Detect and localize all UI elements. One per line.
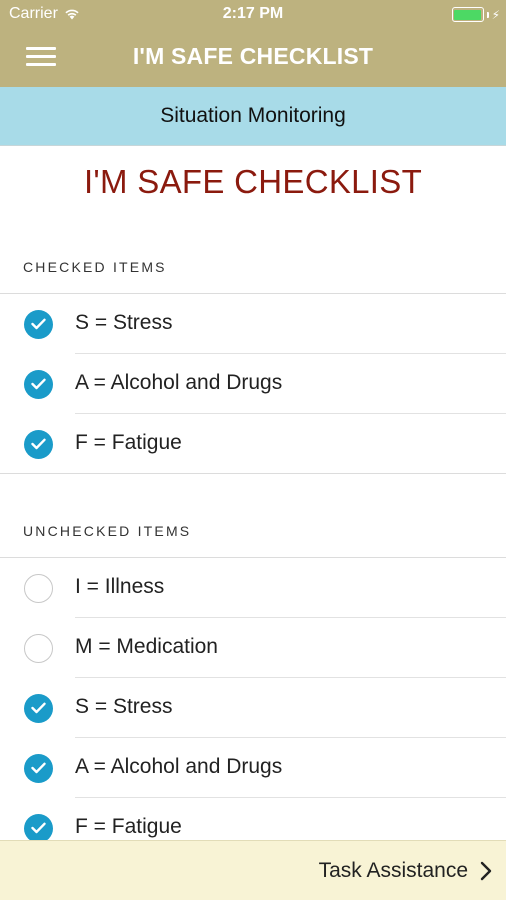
list-item[interactable]: M = Medication [0, 618, 506, 678]
list-item[interactable]: S = Stress [0, 678, 506, 738]
list-item[interactable]: S = Stress [0, 294, 506, 354]
unchecked-checkbox-icon[interactable] [24, 574, 53, 603]
item-label: A = Alcohol and Drugs [75, 755, 283, 778]
battery-tip [486, 11, 489, 18]
checked-section-header: CHECKED ITEMS [23, 259, 167, 275]
status-time: 2:17 PM [222, 5, 284, 22]
page-title: I'M SAFE CHECKLIST [83, 163, 423, 200]
list-item[interactable]: A = Alcohol and Drugs [0, 738, 506, 798]
chevron-right-icon [480, 861, 492, 880]
subheader-title: Situation Monitoring [160, 104, 346, 127]
nav-title: I'M SAFE CHECKLIST [132, 43, 374, 69]
item-label: F = Fatigue [75, 431, 182, 454]
item-label: M = Medication [75, 635, 218, 658]
charging-bolt-icon: ⚡ [491, 7, 500, 22]
unchecked-items-list: I = Illness M = Medication S = Stress A … [0, 557, 506, 858]
row-divider [0, 473, 506, 474]
list-item[interactable]: I = Illness [0, 558, 506, 618]
item-label: A = Alcohol and Drugs [75, 371, 283, 394]
battery-indicator: ⚡ [451, 7, 500, 22]
nav-bar: I'M SAFE CHECKLIST [0, 30, 506, 87]
item-label: F = Fatigue [75, 815, 182, 838]
battery-icon [451, 7, 484, 22]
list-item[interactable]: F = Fatigue [0, 414, 506, 474]
checked-checkbox-icon[interactable] [24, 430, 53, 459]
item-label: S = Stress [75, 311, 173, 334]
app-header: Carrier 2:17 PM ⚡ I'M SAFE CHECKLIST [0, 0, 506, 87]
task-assistance-label: Task Assistance [318, 858, 468, 882]
task-assistance-button[interactable]: Task Assistance [0, 840, 506, 900]
item-label: S = Stress [75, 695, 173, 718]
list-item[interactable]: A = Alcohol and Drugs [0, 354, 506, 414]
unchecked-checkbox-icon[interactable] [24, 634, 53, 663]
checked-checkbox-icon[interactable] [24, 754, 53, 783]
battery-level [454, 9, 482, 20]
status-bar: Carrier 2:17 PM ⚡ [0, 0, 506, 30]
checked-checkbox-icon[interactable] [24, 694, 53, 723]
subheader-bar: Situation Monitoring [0, 87, 506, 146]
item-label: I = Illness [75, 575, 165, 598]
checked-checkbox-icon[interactable] [24, 370, 53, 399]
checked-checkbox-icon[interactable] [24, 814, 53, 843]
checked-checkbox-icon[interactable] [24, 310, 53, 339]
checked-items-list: S = Stress A = Alcohol and Drugs F = Fat… [0, 293, 506, 474]
unchecked-section-header: UNCHECKED ITEMS [23, 523, 192, 539]
